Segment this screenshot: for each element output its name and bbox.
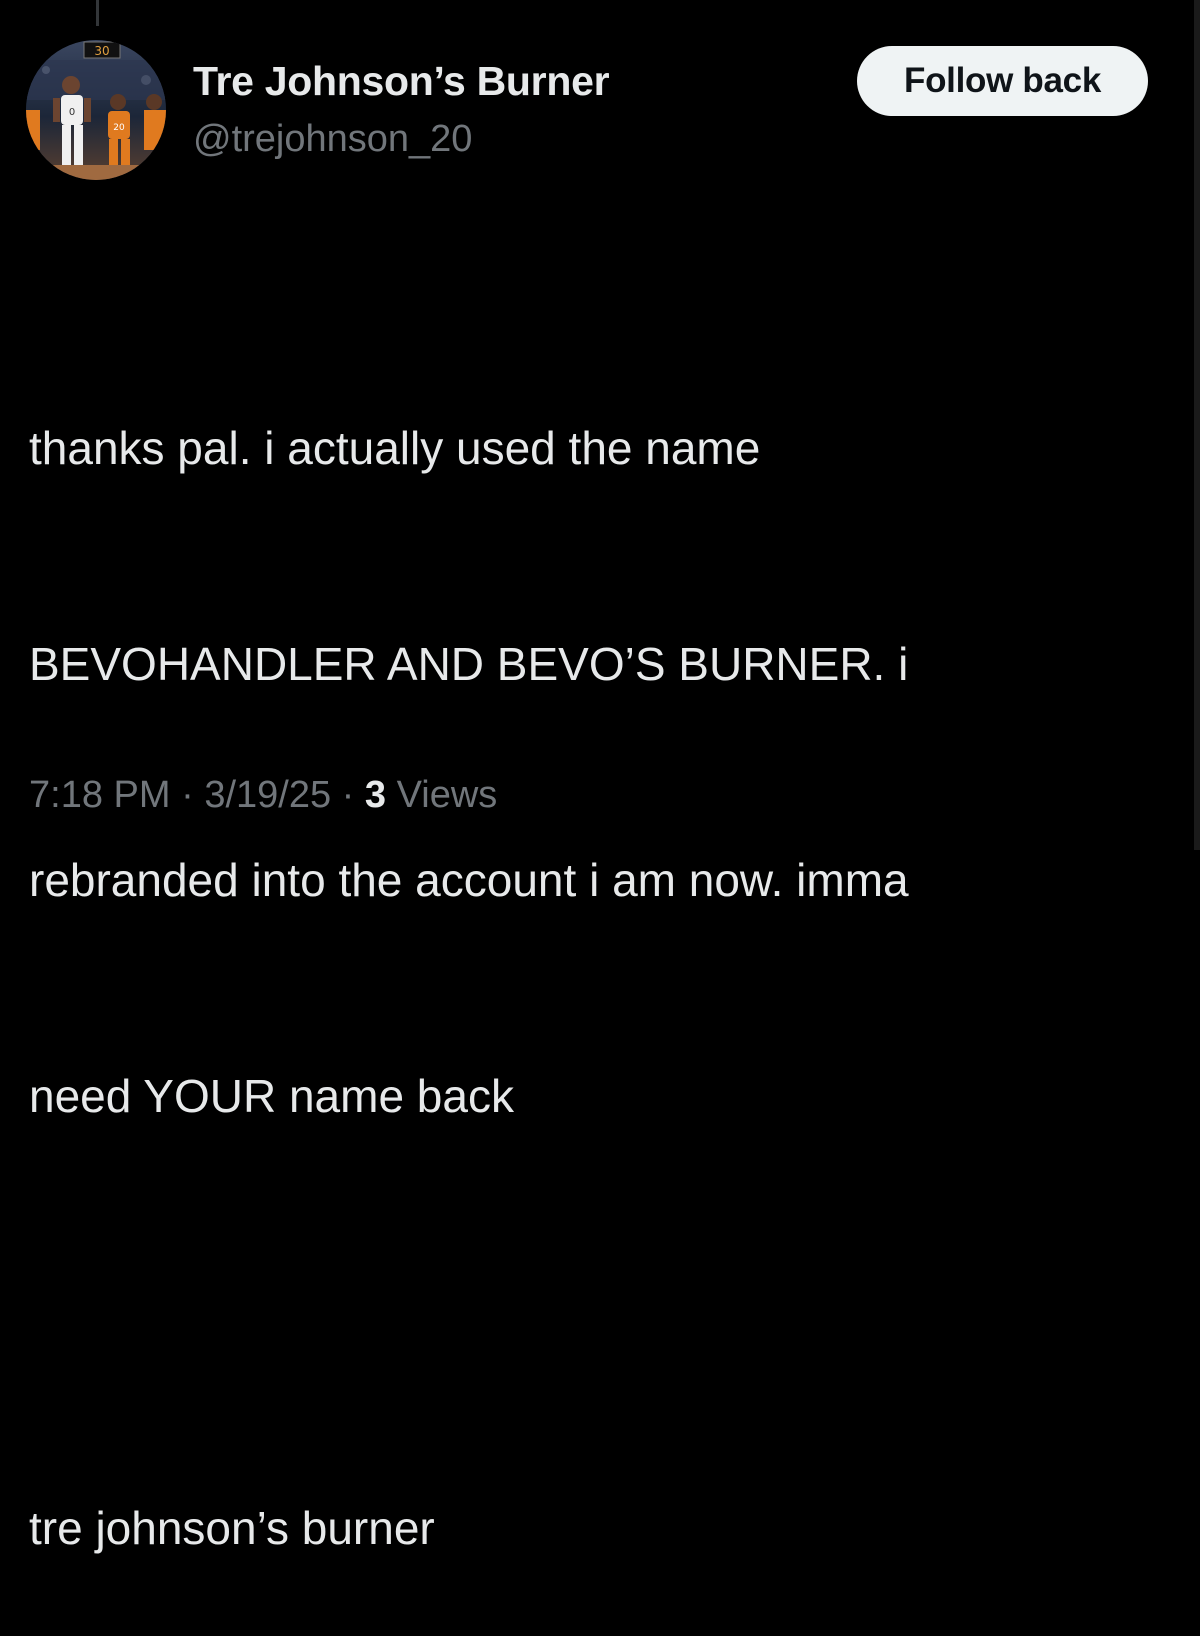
tweet-meta: 7:18 PM · 3/19/25 · 3 Views [29, 774, 497, 817]
scrollbar-edge [1194, 0, 1200, 850]
tweet-signature: tre johnson’s burner [29, 1502, 435, 1554]
tweet-time[interactable]: 7:18 PM [29, 774, 171, 816]
views-label: Views [386, 774, 498, 816]
tweet-line: thanks pal. i actually used the name [29, 422, 761, 474]
thread-connector-line [96, 0, 99, 26]
handle[interactable]: @trejohnson_20 [193, 118, 472, 161]
views-link[interactable]: 3 Views [365, 774, 497, 816]
svg-text:0: 0 [69, 107, 75, 118]
tweet-line: rebranded into the account i am now. imm… [29, 854, 909, 906]
tweet-date[interactable]: 3/19/25 [204, 774, 331, 816]
meta-separator: · [331, 774, 365, 816]
avatar[interactable]: 30 0 20 [26, 40, 166, 180]
basketball-players-photo-icon: 30 0 20 [26, 40, 166, 180]
views-count: 3 [364, 774, 387, 816]
svg-text:30: 30 [94, 44, 109, 58]
meta-separator: · [170, 774, 205, 816]
tweet-line: need YOUR name back [29, 1070, 514, 1122]
svg-text:20: 20 [113, 123, 125, 133]
display-name[interactable]: Tre Johnson’s Burner [193, 58, 610, 105]
tweet-line: BEVOHANDLER AND BEVO’S BURNER. i [29, 638, 909, 690]
tweet-body: thanks pal. i actually used the name BEV… [29, 268, 1139, 1636]
follow-back-button[interactable]: Follow back [857, 46, 1148, 116]
